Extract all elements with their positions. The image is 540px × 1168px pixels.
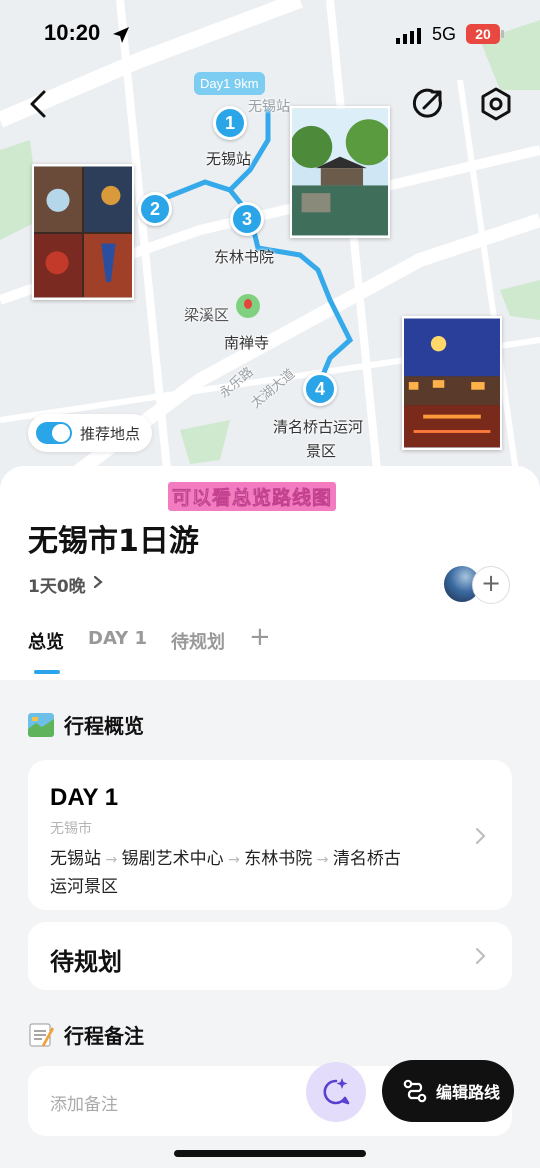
tab-bar: 总览 DAY 1 待规划 + — [28, 622, 295, 668]
photo-donglin-academy[interactable] — [290, 106, 390, 238]
add-member-button[interactable]: + — [472, 566, 510, 604]
map-emoji-icon — [28, 712, 54, 737]
day-card-city: 无锡市 — [50, 821, 92, 837]
back-icon[interactable] — [24, 88, 56, 120]
overview-heading-label: 行程概览 — [64, 714, 144, 738]
add-tab-button[interactable]: + — [249, 622, 271, 652]
active-tab-indicator — [34, 670, 60, 674]
route-pin-3[interactable]: 3 — [230, 202, 264, 236]
share-icon[interactable] — [410, 86, 446, 122]
pending-card[interactable]: 待规划 — [28, 922, 512, 990]
route-map[interactable]: 10:20 5G 20 Day1 9km 无锡站 无锡站 东林书院 梁溪区 南禅… — [0, 0, 540, 500]
map-label-liangxi: 梁溪区 — [184, 306, 230, 324]
route-stop: 清名桥古 — [332, 849, 401, 869]
route-pin-2[interactable]: 2 — [138, 192, 172, 226]
pending-card-title: 待规划 — [50, 948, 122, 976]
day-card[interactable]: DAY 1 无锡市 无锡站 → 锡剧艺术中心 → 东林书院 → 清名桥古运河景区 — [28, 760, 512, 910]
route-arrow-icon: → — [223, 852, 245, 868]
route-stop: 无锡站 — [50, 849, 101, 869]
map-label-station: 无锡站 — [206, 150, 252, 168]
map-label-station-grey: 无锡站 — [248, 99, 290, 115]
chevron-right-icon — [476, 828, 486, 844]
trip-duration[interactable]: 1天0晚 — [28, 572, 86, 597]
route-arrow-icon: → — [312, 852, 333, 868]
notes-heading-label: 行程备注 — [64, 1024, 144, 1048]
map-label-nanchan: 南禅寺 — [224, 334, 270, 352]
ai-assistant-button[interactable] — [306, 1062, 366, 1122]
route-stop: 东林书院 — [244, 849, 313, 869]
tab-day1[interactable]: DAY 1 — [88, 628, 147, 649]
memo-emoji-icon — [29, 1023, 54, 1047]
photo-xiju-art-center[interactable] — [32, 164, 134, 300]
overview-heading: 行程概览 — [28, 710, 144, 739]
map-label-qingming-2: 景区 — [306, 442, 337, 460]
route-stop: 锡剧艺术中心 — [121, 849, 224, 869]
map-label-qingming: 清名桥古运河 — [273, 418, 364, 436]
photo-qingming-bridge[interactable] — [402, 316, 502, 450]
tab-pending[interactable]: 待规划 — [171, 628, 225, 654]
poi-marker-icon[interactable] — [236, 294, 260, 318]
ai-chat-icon — [323, 1078, 350, 1105]
day-distance-badge: Day1 9km — [194, 72, 265, 95]
route-stop: 运河景区 — [50, 877, 118, 897]
home-indicator — [174, 1150, 366, 1157]
notes-heading: 行程备注 — [28, 1020, 144, 1049]
route-pin-1[interactable]: 1 — [213, 106, 247, 140]
status-time: 10:20 — [44, 20, 101, 45]
route-pin-4[interactable]: 4 — [303, 372, 337, 406]
map-label-donglin: 东林书院 — [214, 248, 275, 266]
route-arrow-icon: → — [101, 852, 122, 868]
tab-overview[interactable]: 总览 — [28, 628, 64, 654]
route-icon — [403, 1079, 427, 1103]
chevron-right-icon[interactable] — [92, 574, 104, 590]
location-arrow-icon — [113, 27, 129, 43]
network-type: 5G — [432, 24, 457, 44]
recommend-toggle[interactable]: 推荐地点 — [28, 414, 153, 452]
edit-route-label: 编辑路线 — [436, 1083, 501, 1102]
settings-icon[interactable] — [478, 86, 514, 122]
note-placeholder: 添加备注 — [50, 1095, 118, 1115]
day-card-title: DAY 1 — [50, 784, 119, 811]
overlay-caption: 可以看总览路线图 — [168, 482, 337, 511]
signal-icon — [396, 28, 421, 44]
chevron-right-icon — [476, 948, 486, 964]
edit-route-button[interactable]: 编辑路线 — [382, 1060, 514, 1122]
toggle-switch[interactable] — [36, 422, 72, 444]
toggle-label: 推荐地点 — [80, 424, 141, 443]
battery-icon: 20 — [466, 24, 504, 44]
trip-title: 无锡市1日游 — [28, 524, 199, 559]
day-card-route: 无锡站 → 锡剧艺术中心 → 东林书院 → 清名桥古运河景区 — [50, 846, 450, 901]
status-bar: 10:20 5G 20 — [0, 0, 540, 70]
